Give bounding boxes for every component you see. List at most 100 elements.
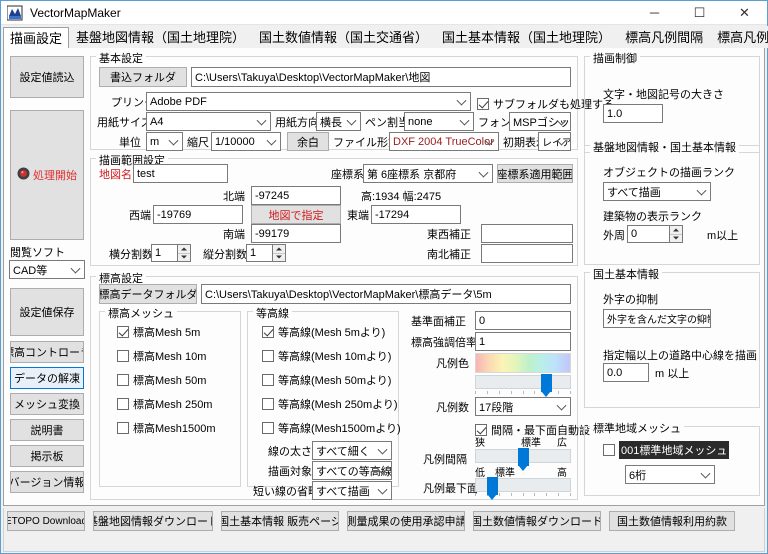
- write-folder-input[interactable]: C:\Users\Takuya\Desktop\VectorMapMaker\地…: [191, 67, 571, 87]
- initial-view-select[interactable]: レイアウト: [538, 132, 571, 151]
- contour-item-250m[interactable]: 等高線(Mesh 250mより): [262, 396, 398, 412]
- vdiv-spinner[interactable]: 1: [246, 244, 286, 262]
- data-extract-button[interactable]: データの解凍: [10, 367, 84, 389]
- tab-elevation-legend-bottom[interactable]: 標高凡例最下面: [710, 26, 768, 48]
- file-format-select[interactable]: DXF 2004 TrueColor: [389, 132, 499, 151]
- line-width-label: 線の太さ: [268, 446, 312, 458]
- south-input[interactable]: -99179: [251, 224, 341, 243]
- gaiji-select[interactable]: 外字を含んだ文字の抑制: [603, 309, 711, 328]
- margin-button[interactable]: 余白: [287, 132, 329, 151]
- unit-select[interactable]: m: [146, 132, 183, 151]
- pen-assign-select[interactable]: none: [404, 112, 474, 131]
- write-folder-button[interactable]: 書込フォルダ: [99, 67, 187, 87]
- emphasis-input[interactable]: 1: [475, 332, 571, 351]
- crs-range-button[interactable]: 座標系適用範囲: [497, 164, 573, 183]
- contour-item-5m[interactable]: 等高線(Mesh 5mより): [262, 324, 385, 340]
- legend-bottom-slider[interactable]: [475, 477, 571, 500]
- scale-select[interactable]: 1/10000: [211, 132, 281, 151]
- legend-interval-label: 凡例間隔: [423, 454, 467, 466]
- tab-base-map-info[interactable]: 基盤地図情報（国土地理院）: [69, 26, 253, 48]
- vdiv-spin-buttons[interactable]: [272, 244, 286, 262]
- datum-correction-input[interactable]: 0: [475, 311, 571, 330]
- ew-correction-input[interactable]: [481, 224, 573, 243]
- mesh-item-label: 標高Mesh 50m: [133, 375, 207, 387]
- mesh-item-1500m[interactable]: 標高Mesh1500m: [117, 420, 216, 436]
- legend-count-select[interactable]: 17段階: [475, 397, 571, 416]
- standard-mesh-checkbox[interactable]: 001標準地域メッシュ: [603, 441, 730, 459]
- elevation-data-folder-button[interactable]: 標高データフォルダ: [99, 284, 197, 304]
- checkbox-icon: [117, 422, 129, 434]
- subfolder-check-icon: [477, 98, 489, 110]
- mesh-digits-select[interactable]: 6桁: [625, 465, 715, 484]
- perimeter-spinner[interactable]: 0: [627, 225, 683, 243]
- tab-elevation-legend-interval[interactable]: 標高凡例間隔: [618, 26, 711, 48]
- short-line-select[interactable]: すべて描画: [312, 481, 392, 500]
- object-rank-select[interactable]: すべて描画: [603, 182, 711, 201]
- slider-thumb[interactable]: [518, 448, 529, 471]
- etopo-download-button[interactable]: ETOPO Download: [7, 511, 85, 531]
- base-map-download-button[interactable]: 基盤地図情報ダウンロード: [93, 511, 213, 531]
- map-name-input[interactable]: test: [133, 164, 228, 183]
- pick-on-map-button[interactable]: 地図で指定: [251, 205, 341, 224]
- survey-approval-button[interactable]: 測量成果の使用承認申請: [347, 511, 465, 531]
- mesh-item-50m[interactable]: 標高Mesh 50m: [117, 372, 206, 388]
- ns-correction-label: 南北補正: [427, 249, 471, 261]
- contour-item-1500m[interactable]: 等高線(Mesh1500mより): [262, 420, 401, 436]
- checkbox-icon: [475, 424, 487, 436]
- minimize-button[interactable]: ─: [632, 1, 677, 24]
- crs-select[interactable]: 第 6座標系 京都府: [363, 164, 493, 183]
- hdiv-spinner[interactable]: 1: [151, 244, 191, 262]
- road-width-input[interactable]: 0.0: [603, 363, 649, 382]
- mesh-item-5m[interactable]: 標高Mesh 5m: [117, 324, 200, 340]
- draw-range-group: 描画範囲設定 地図名 test 座標系 第 6座標系 京都府 座標系適用範囲 北…: [90, 152, 578, 266]
- hdiv-spin-buttons[interactable]: [177, 244, 191, 262]
- elevation-data-folder-input[interactable]: C:\Users\Takuya\Desktop\VectorMapMaker\標…: [201, 284, 571, 304]
- national-basic-sales-button[interactable]: 国土基本情報 販売ページ: [221, 511, 339, 531]
- auto-setting-checkbox[interactable]: 間隔・最下面自動設定: [475, 422, 601, 438]
- draw-target-select[interactable]: すべての等高線: [312, 461, 392, 480]
- contour-item-10m[interactable]: 等高線(Mesh 10mより): [262, 348, 391, 364]
- tab-drawing-settings[interactable]: 描画設定: [3, 27, 70, 49]
- close-button[interactable]: ✕: [722, 1, 767, 24]
- mesh-convert-button[interactable]: メッシュ変換: [10, 393, 84, 415]
- contour-item-50m[interactable]: 等高線(Mesh 50mより): [262, 372, 391, 388]
- hdiv-label: 横分割数: [109, 249, 153, 261]
- road-unit-label: m 以上: [655, 368, 690, 380]
- checkbox-icon: [117, 350, 129, 362]
- perimeter-spin-buttons[interactable]: [669, 225, 683, 243]
- mesh-item-250m[interactable]: 標高Mesh 250m: [117, 396, 212, 412]
- bulletin-board-button[interactable]: 掲示板: [10, 445, 84, 467]
- tab-national-basic-info[interactable]: 国土基本情報（国土地理院）: [435, 26, 619, 48]
- mesh-item-10m[interactable]: 標高Mesh 10m: [117, 348, 206, 364]
- slider-thumb[interactable]: [541, 374, 552, 397]
- load-settings-button[interactable]: 設定値読込: [10, 56, 84, 98]
- legend-color-slider[interactable]: [475, 374, 571, 397]
- tab-national-numeric-info[interactable]: 国土数値情報（国土交通省）: [252, 26, 436, 48]
- elevation-controller-button[interactable]: 標高コントローラ: [10, 341, 84, 363]
- national-numeric-download-button[interactable]: 国土数値情報ダウンロード: [473, 511, 601, 531]
- text-size-input[interactable]: 1.0: [603, 104, 663, 123]
- ns-correction-input[interactable]: [481, 244, 573, 263]
- paper-direction-select[interactable]: 横長: [316, 112, 361, 131]
- version-info-button[interactable]: バージョン情報: [10, 471, 84, 493]
- viewer-select[interactable]: CAD等: [9, 260, 85, 279]
- emphasis-label: 標高強調倍率: [411, 337, 477, 349]
- title-bar: VectorMapMaker ─ ☐ ✕: [1, 1, 767, 25]
- east-input[interactable]: -17294: [371, 205, 461, 224]
- north-input[interactable]: -97245: [251, 186, 341, 205]
- national-numeric-terms-button[interactable]: 国土数値情報利用約款: [609, 511, 735, 531]
- printer-select[interactable]: Adobe PDF: [146, 92, 471, 111]
- legend-interval-slider[interactable]: [475, 448, 571, 471]
- checkbox-icon: [262, 326, 274, 338]
- save-settings-button[interactable]: 設定値保存: [10, 288, 84, 336]
- maximize-button[interactable]: ☐: [677, 1, 722, 24]
- paper-size-select[interactable]: A4: [146, 112, 271, 131]
- font-select[interactable]: MSPゴシック: [509, 112, 571, 131]
- manual-button[interactable]: 説明書: [10, 419, 84, 441]
- contour-item-label: 等高線(Mesh1500mより): [278, 423, 401, 435]
- west-input[interactable]: -19769: [153, 205, 243, 224]
- start-process-button[interactable]: 処理開始: [10, 110, 84, 240]
- slider-thumb[interactable]: [487, 477, 498, 500]
- line-width-select[interactable]: すべて細く: [312, 441, 392, 460]
- elevation-mesh-title: 標高メッシュ: [105, 305, 177, 321]
